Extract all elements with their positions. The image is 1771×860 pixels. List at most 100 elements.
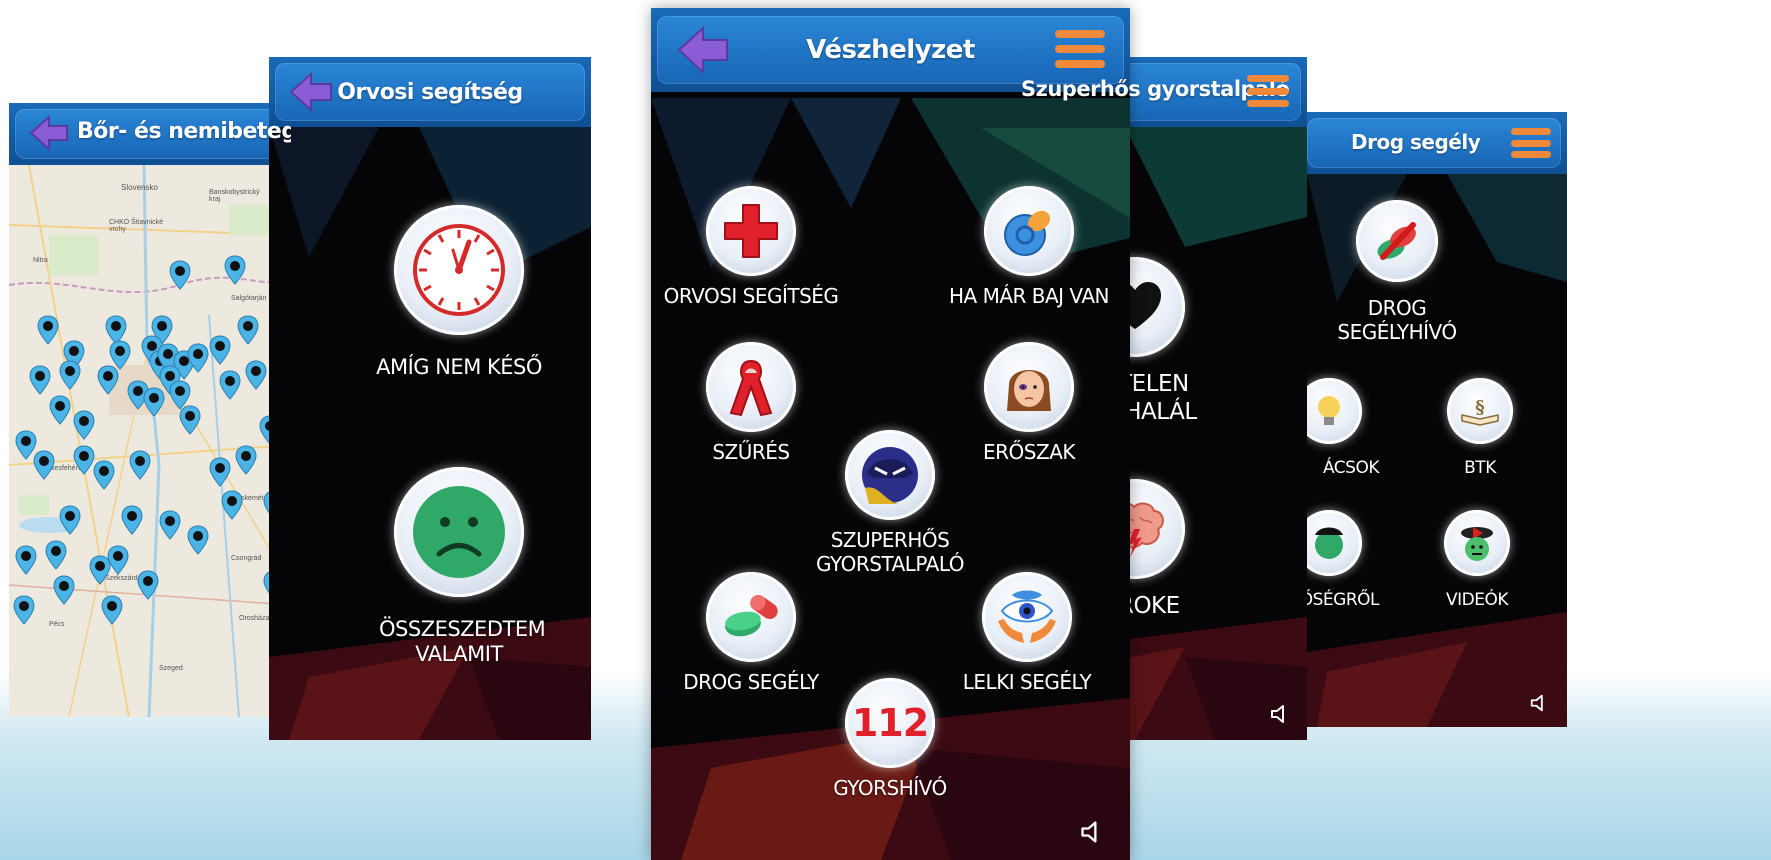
face-icon <box>1307 510 1362 576</box>
menu-item-label: HA MÁR BAJ VAN <box>949 284 1109 308</box>
map-pin-icon[interactable] <box>245 360 267 390</box>
red-ribbon-icon <box>706 342 796 432</box>
map-label: CHKO Štiavnické vrchy <box>109 219 164 233</box>
map-pin-icon[interactable] <box>97 365 119 395</box>
hamburger-menu-icon[interactable] <box>1055 30 1105 68</box>
header-bar: Bőr- és nemibeteg gondoz <box>9 103 291 165</box>
menu-item-label: LELKI SEGÉLY <box>962 670 1092 694</box>
menu-item-lelki-segely[interactable]: LELKI SEGÉLY <box>947 572 1107 694</box>
map-label: Banskobystrický kraj <box>209 189 260 203</box>
map-pin-icon[interactable] <box>179 405 201 435</box>
pills-phone-icon <box>1356 200 1438 282</box>
hamburger-menu-icon[interactable] <box>1247 75 1289 107</box>
speaker-icon[interactable] <box>1269 702 1293 726</box>
menu-item-label: ÖSSZESZEDTEM VALAMIT <box>379 617 546 667</box>
menu-item-eroszak[interactable]: ERŐSZAK <box>969 342 1089 464</box>
map-pin-icon[interactable] <box>15 545 37 575</box>
menu-item-label: VIDEÓK <box>1445 590 1509 610</box>
map-pin-icon[interactable] <box>45 540 67 570</box>
menu-item-label: AMÍG NEM KÉSŐ <box>376 355 542 379</box>
map-view[interactable]: Slovensko Banskobystrický kraj CHKO Štia… <box>9 165 291 717</box>
menu-item-label: BTK <box>1464 458 1496 478</box>
menu-item-szures[interactable]: SZŰRÉS <box>695 342 807 464</box>
screen-orvosi-segitseg: Orvosi segítség AMÍG NEM KÉSŐ ÖSSZESZEDT… <box>269 57 591 740</box>
lightbulb-icon <box>1307 378 1362 444</box>
svg-text:§: § <box>1475 397 1484 418</box>
header-bar: Orvosi segítség <box>269 57 591 127</box>
menu-item-szuperhos-gyorstalpalo[interactable]: SZUPERHŐS GYORSTALPALÓ <box>805 430 975 576</box>
map-pin-icon[interactable] <box>73 445 95 475</box>
menu-item-ha-mar-baj-van[interactable]: HA MÁR BAJ VAN <box>931 186 1127 308</box>
map-pin-icon[interactable] <box>73 410 95 440</box>
map-label: Csongrád <box>231 555 262 562</box>
map-pin-icon[interactable] <box>49 395 71 425</box>
map-pin-icon[interactable] <box>29 365 51 395</box>
map-pin-icon[interactable] <box>37 315 59 345</box>
map-pin-icon[interactable] <box>187 343 209 373</box>
map-pin-icon[interactable] <box>159 510 181 540</box>
map-pin-icon[interactable] <box>187 525 209 555</box>
pacifier-icon <box>984 186 1074 276</box>
map-pin-icon[interactable] <box>107 545 129 575</box>
map-pin-icon[interactable] <box>53 575 75 605</box>
112-icon: 112 <box>845 678 935 768</box>
red-cross-icon <box>706 186 796 276</box>
menu-item-label: GYORSHÍVÓ <box>833 776 947 800</box>
screen-map: Bőr- és nemibeteg gondoz Slovensko Bansk… <box>9 103 291 717</box>
emergency-number: 112 <box>851 701 929 745</box>
map-label: Orosháza <box>239 615 270 622</box>
speaker-icon[interactable] <box>1079 818 1107 846</box>
back-arrow-icon[interactable] <box>677 25 729 75</box>
menu-item-label: SZUPERHŐS GYORSTALPALÓ <box>815 528 965 576</box>
eye-hands-icon <box>982 572 1072 662</box>
sad-face-icon <box>394 467 524 597</box>
map-pin-icon[interactable] <box>224 255 246 285</box>
map-pin-icon[interactable] <box>143 387 165 417</box>
pills-icon <box>706 572 796 662</box>
video-face-icon <box>1444 510 1510 576</box>
menu-item-amig-nem-keso[interactable]: AMÍG NEM KÉSŐ <box>339 205 579 380</box>
hamburger-menu-icon[interactable] <box>1511 128 1551 158</box>
map-pin-icon[interactable] <box>169 260 191 290</box>
screen-veszhelyzet: Vészhelyzet ORVOSI SEGÍTSÉG HA MÁR BAJ V… <box>651 8 1130 860</box>
menu-item-gyorshivo[interactable]: 112 GYORSHÍVÓ <box>815 678 965 800</box>
menu-item-label: DROG SEGÉLY <box>683 670 819 694</box>
map-label: Salgótarján <box>231 295 267 302</box>
back-arrow-icon[interactable] <box>29 114 69 152</box>
map-pin-icon[interactable] <box>121 505 143 535</box>
map-label: Szeged <box>159 665 183 672</box>
menu-item-drog-segely[interactable]: DROG SEGÉLY <box>675 572 827 694</box>
map-pin-icon[interactable] <box>59 360 81 390</box>
menu-item-osegrol[interactable]: ŐSÉGRŐL <box>1307 510 1380 610</box>
menu-item-osszeszedtem-valamit[interactable]: ÖSSZESZEDTEM VALAMIT <box>339 467 579 667</box>
map-pin-icon[interactable] <box>235 445 257 475</box>
map-pin-icon[interactable] <box>33 450 55 480</box>
menu-item-label: ERŐSZAK <box>983 440 1075 464</box>
map-pin-icon[interactable] <box>59 505 81 535</box>
map-pin-icon[interactable] <box>93 460 115 490</box>
menu-item-acsok[interactable]: ÁCSOK <box>1307 378 1380 478</box>
bruised-face-icon <box>984 342 1074 432</box>
menu-item-btk[interactable]: § BTK <box>1430 378 1530 478</box>
map-pin-icon[interactable] <box>209 335 231 365</box>
superhero-mask-icon <box>845 430 935 520</box>
speaker-icon[interactable] <box>1529 692 1551 714</box>
map-pin-icon[interactable] <box>237 315 259 345</box>
menu-item-label: ÁCSOK <box>1322 458 1380 478</box>
map-pin-icon[interactable] <box>221 490 243 520</box>
map-pin-icon[interactable] <box>137 570 159 600</box>
back-arrow-icon[interactable] <box>289 71 333 113</box>
law-book-icon: § <box>1447 378 1513 444</box>
map-pin-icon[interactable] <box>209 457 231 487</box>
menu-item-orvosi-segitseg[interactable]: ORVOSI SEGÍTSÉG <box>655 186 847 308</box>
map-pin-icon[interactable] <box>101 595 123 625</box>
map-pin-icon[interactable] <box>129 450 151 480</box>
menu-item-label: ORVOSI SEGÍTSÉG <box>663 284 839 308</box>
page-title: Vészhelyzet <box>806 35 975 65</box>
map-pin-icon[interactable] <box>13 595 35 625</box>
map-pin-icon[interactable] <box>219 370 241 400</box>
menu-item-drog-segelyhivo[interactable]: DROG SEGÉLYHÍVÓ <box>1327 200 1467 344</box>
map-label: Nitra <box>33 257 48 264</box>
map-label: Pécs <box>49 621 65 628</box>
menu-item-videok[interactable]: VIDEÓK <box>1427 510 1527 610</box>
